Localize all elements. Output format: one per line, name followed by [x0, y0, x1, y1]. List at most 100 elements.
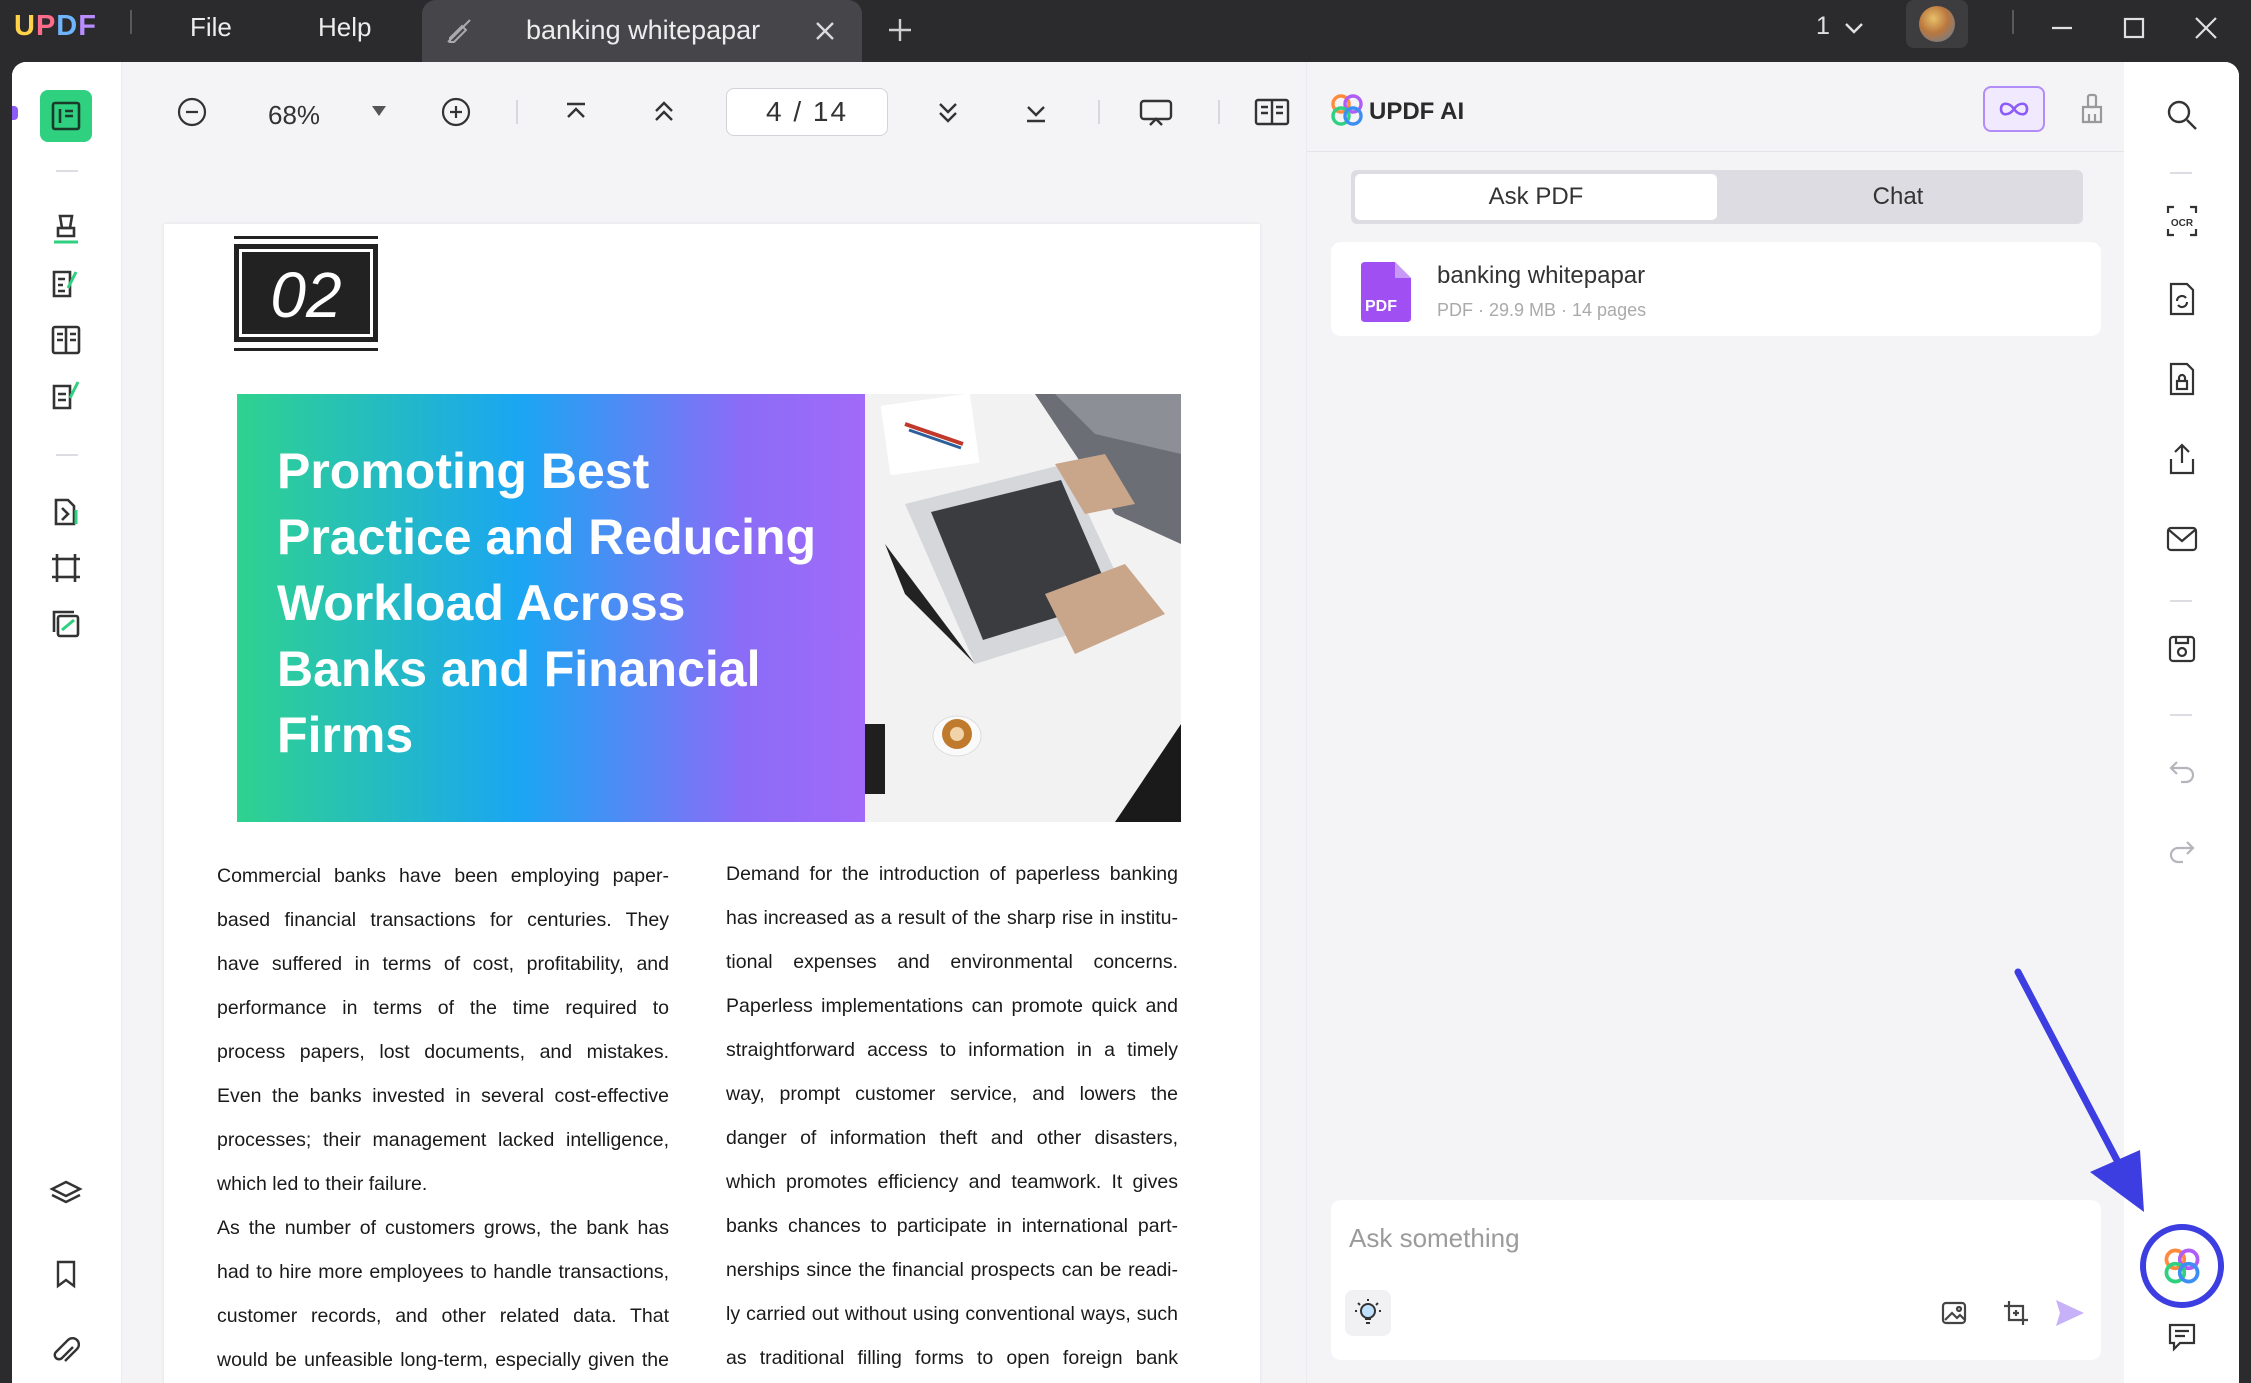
share-button[interactable]	[2159, 436, 2205, 482]
send-button[interactable]	[2047, 1290, 2093, 1336]
laptop-photo	[865, 394, 1181, 822]
maximize-icon[interactable]	[2114, 8, 2154, 48]
zoom-in-icon	[439, 95, 473, 129]
upload-image-button[interactable]	[1931, 1290, 1977, 1336]
share-icon	[2165, 441, 2199, 477]
protect-button[interactable]	[2159, 356, 2205, 402]
svg-text:OCR: OCR	[2171, 218, 2194, 229]
text-column-left: Commercial banks have been employing pap…	[217, 854, 669, 1383]
ai-panel-header: UPDF AI	[1307, 62, 2125, 152]
screenshot-button[interactable]	[1993, 1290, 2039, 1336]
next-page-button[interactable]	[928, 92, 968, 132]
zoom-dropdown-icon[interactable]	[370, 104, 388, 118]
pdf-file-icon: PDF	[1361, 262, 1411, 322]
edit-tool-button[interactable]	[40, 258, 92, 310]
layers-button[interactable]	[40, 1168, 92, 1220]
paperclip-icon	[49, 1335, 83, 1369]
menu-file[interactable]: File	[190, 12, 232, 43]
divider	[2170, 600, 2192, 602]
comment-tool-button[interactable]	[40, 202, 92, 254]
crop-icon	[48, 550, 84, 586]
banner-title: Promoting Best Practice and Reducing Wor…	[277, 443, 817, 763]
right-tool-rail: OCR	[2124, 62, 2239, 1383]
left-tool-rail	[12, 62, 122, 1383]
chevron-down-icon[interactable]	[1842, 16, 1866, 40]
last-page-icon	[1021, 97, 1051, 127]
file-meta: PDF · 29.9 MB · 14 pages	[1437, 300, 1647, 320]
pages-tool-button[interactable]	[40, 486, 92, 538]
reader-mode-button[interactable]	[40, 90, 92, 142]
divider	[2012, 10, 2014, 34]
document-tab[interactable]: banking whitepapar	[422, 0, 862, 62]
search-button[interactable]	[2159, 92, 2205, 138]
crop-screenshot-icon	[2001, 1298, 2031, 1328]
minimize-icon[interactable]	[2042, 8, 2082, 48]
ai-panel: UPDF AI Ask PDF Chat PDF banking whitepa…	[1306, 62, 2125, 1383]
ask-box	[1331, 1200, 2101, 1360]
bookmark-button[interactable]	[40, 1248, 92, 1300]
title-bar: UPDF File Help banking whitepapar 1	[0, 0, 2251, 62]
comments-button[interactable]	[2159, 1314, 2205, 1360]
previous-page-button[interactable]	[644, 92, 684, 132]
updf-ai-button[interactable]	[2140, 1224, 2224, 1308]
tab-chat[interactable]: Chat	[1717, 174, 2079, 220]
undo-button[interactable]	[2159, 748, 2205, 794]
double-chevron-up-icon	[649, 97, 679, 127]
undo-icon	[2167, 758, 2197, 784]
edit-off-icon	[444, 16, 474, 46]
first-page-button[interactable]	[556, 92, 596, 132]
menu-help[interactable]: Help	[318, 12, 371, 43]
book-view-icon	[1253, 95, 1291, 129]
close-window-icon[interactable]	[2186, 8, 2226, 48]
close-tab-icon[interactable]	[812, 18, 838, 44]
convert-button[interactable]	[2159, 276, 2205, 322]
redo-icon	[2167, 838, 2197, 864]
clean-chat-icon[interactable]	[2077, 92, 2107, 126]
crop-tool-button[interactable]	[40, 542, 92, 594]
attachment-button[interactable]	[40, 1326, 92, 1378]
redo-button[interactable]	[2159, 828, 2205, 874]
presentation-button[interactable]	[1136, 92, 1176, 132]
ask-input[interactable]	[1349, 1218, 2069, 1258]
updf-ai-icon	[2162, 1246, 2202, 1286]
document-tab-title: banking whitepapar	[526, 15, 761, 45]
new-tab-icon[interactable]	[884, 14, 916, 46]
zoom-in-button[interactable]	[436, 92, 476, 132]
page-layout-icon	[48, 322, 84, 358]
save-button[interactable]	[2159, 626, 2205, 672]
file-name: banking whitepapar	[1437, 262, 1646, 289]
chapter-rule	[234, 348, 378, 351]
last-page-button[interactable]	[1016, 92, 1056, 132]
convert-icon	[2165, 281, 2199, 317]
document-viewer[interactable]: 02 Promoting Best Practice and Reducing …	[122, 162, 1306, 1383]
zoom-level[interactable]: 68%	[268, 100, 320, 131]
divider	[130, 10, 132, 34]
zoom-out-button[interactable]	[172, 92, 212, 132]
avatar	[1919, 6, 1955, 42]
ocr-button[interactable]: OCR	[2159, 198, 2205, 244]
ai-panel-title: UPDF AI	[1369, 98, 1465, 125]
chapter-number: 02	[234, 244, 378, 342]
avatar-button[interactable]	[1906, 0, 1968, 48]
form-tool-button[interactable]	[40, 370, 92, 422]
prompt-ideas-button[interactable]	[1345, 1290, 1391, 1336]
bookmark-icon	[50, 1258, 82, 1290]
page-number-input[interactable]: 4 / 14	[726, 88, 888, 136]
updf-ai-logo-icon	[1329, 92, 1365, 128]
protect-tool-button[interactable]	[40, 598, 92, 650]
attached-file-card[interactable]: PDF banking whitepapar PDF · 29.9 MB · 1…	[1331, 242, 2101, 336]
tab-ask-pdf[interactable]: Ask PDF	[1355, 174, 1717, 220]
pdf-page: 02 Promoting Best Practice and Reducing …	[164, 224, 1260, 1383]
first-page-icon	[561, 97, 591, 127]
page-view-button[interactable]	[1252, 92, 1292, 132]
email-button[interactable]	[2159, 516, 2205, 562]
divider	[1218, 100, 1220, 124]
unlimited-plan-button[interactable]	[1983, 86, 2045, 132]
chapter-rule	[234, 236, 378, 239]
paragraph: Commercial banks have been employing pap…	[217, 865, 669, 1195]
divider	[2170, 172, 2192, 174]
rail-indicator	[12, 106, 18, 120]
double-chevron-down-icon	[933, 97, 963, 127]
window-count[interactable]: 1	[1816, 12, 1830, 41]
organize-tool-button[interactable]	[40, 314, 92, 366]
